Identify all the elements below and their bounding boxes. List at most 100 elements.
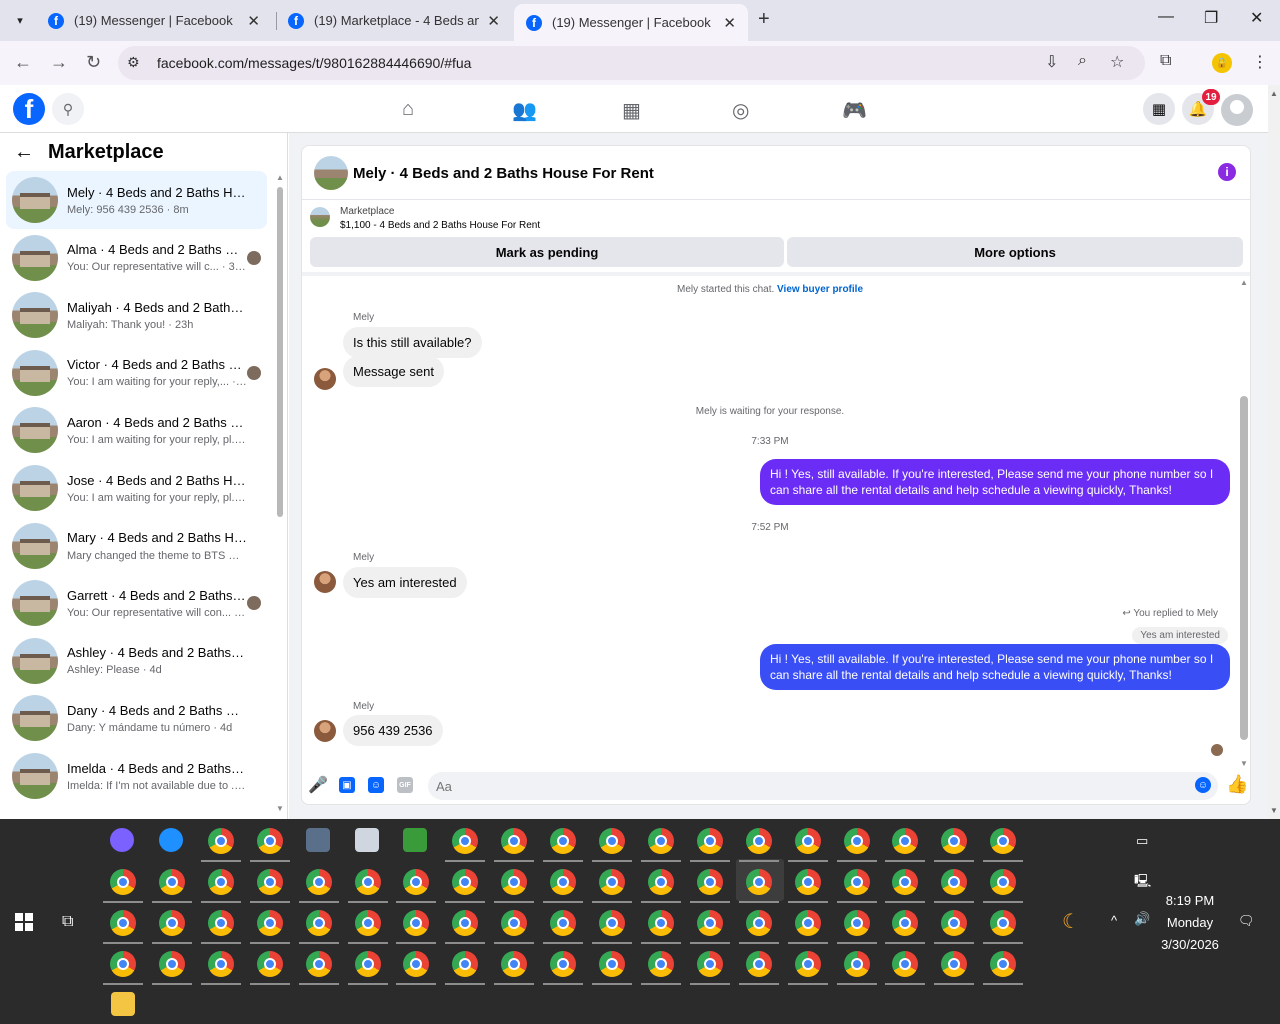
groups-icon[interactable]: ◎ [732,98,749,123]
network-icon[interactable]: 🖳 [1134,872,1151,894]
chrome-app-icon[interactable] [249,869,290,903]
chrome-app-icon[interactable] [885,910,926,944]
view-buyer-profile-link[interactable]: View buyer profile [777,284,863,295]
restore-icon[interactable]: ❐ [1204,8,1218,28]
taskbar-clock[interactable]: 8:19 PM Monday 3/30/2026 [1152,890,1228,956]
chrome-app-icon[interactable] [151,869,192,903]
facebook-logo-icon[interactable]: f [13,93,45,125]
search-icon[interactable]: ⚲ [52,93,84,125]
tab-search-chevron-icon[interactable]: ▾ [8,9,32,31]
menu-grid-icon[interactable]: ▦ [1143,93,1175,125]
chrome-app-icon[interactable] [151,910,192,944]
chrome-app-icon[interactable] [934,869,975,903]
volume-icon[interactable]: 🔊 [1134,911,1150,927]
close-window-icon[interactable]: ✕ [1250,8,1263,28]
chrome-app-icon[interactable] [249,828,290,862]
chrome-app-icon[interactable] [592,869,632,903]
chrome-app-icon[interactable] [689,910,730,944]
browser-tab-3-active[interactable]: f (19) Messenger | Facebook ✕ [514,4,748,41]
chrome-app-icon[interactable] [543,910,584,944]
chrome-app-icon[interactable] [689,828,730,862]
taskbar-app-icon[interactable] [354,828,379,852]
conversation-item[interactable]: Dany · 4 Beds and 2 Baths House For Rent… [6,689,267,747]
chrome-app-icon[interactable] [494,828,535,862]
chrome-app-icon[interactable] [445,828,486,862]
tray-app-icon[interactable]: ▭ [1136,833,1148,849]
install-app-icon[interactable]: ⇩ [1045,52,1058,72]
chrome-app-icon[interactable] [738,869,779,903]
scroll-down-arrow-icon[interactable]: ▼ [1270,806,1278,815]
chrome-app-icon[interactable] [983,951,1024,985]
address-bar[interactable]: ⚙ facebook.com/messages/t/98016288444669… [118,46,1145,80]
site-info-icon[interactable]: ⚙ [127,54,140,71]
chrome-app-icon[interactable] [200,910,241,944]
sender-avatar[interactable] [314,571,336,593]
task-view-icon[interactable]: ⧉ [62,913,73,931]
conversation-item[interactable]: Imelda · 4 Beds and 2 Baths House For Re… [6,747,267,805]
browser-menu-icon[interactable]: ⋮ [1252,52,1268,72]
marketplace-icon[interactable]: ▦ [622,98,641,123]
chrome-app-icon[interactable] [347,869,388,903]
chrome-app-icon[interactable] [494,951,535,985]
scroll-up-arrow-icon[interactable]: ▲ [1270,89,1278,98]
taskbar-app-icon[interactable] [305,828,330,852]
night-light-moon-icon[interactable]: ☾ [1062,909,1080,934]
sidebar-scrollbar[interactable]: ▲ ▼ [275,173,285,813]
back-arrow-icon[interactable]: ← [14,52,32,73]
chrome-app-icon[interactable] [689,869,730,903]
chrome-app-icon[interactable] [543,951,584,985]
conversation-item[interactable]: Maliyah · 4 Beds and 2 Baths House For R… [6,286,267,344]
chrome-app-icon[interactable] [885,828,926,862]
chrome-app-icon[interactable] [445,951,486,985]
conversation-item[interactable]: Mely · 4 Beds and 2 Baths House For Rent… [6,171,267,229]
chrome-app-icon[interactable] [640,910,681,944]
chrome-app-icon[interactable] [249,951,290,985]
scroll-up-arrow-icon[interactable]: ▲ [1240,278,1248,287]
chrome-app-icon[interactable] [934,910,975,944]
scrollbar-thumb[interactable] [1240,396,1248,740]
conversation-item[interactable]: Garrett · 4 Beds and 2 Baths House For R… [6,574,267,632]
chrome-app-icon[interactable] [640,951,681,985]
sticker-icon[interactable]: ☺ [368,777,384,793]
browser-profile-icon[interactable]: 🔒 [1212,53,1232,73]
chrome-app-icon[interactable] [494,869,535,903]
file-explorer-icon[interactable] [111,992,135,1016]
chrome-app-icon[interactable] [787,869,828,903]
chrome-app-icon[interactable] [640,828,681,862]
chrome-app-icon[interactable] [738,828,779,862]
conversation-item[interactable]: Mary · 4 Beds and 2 Baths House For Rent… [6,517,267,575]
show-hidden-icons-chevron-icon[interactable]: ^ [1111,913,1117,928]
reload-icon[interactable]: ↻ [86,52,101,73]
chrome-app-icon[interactable] [103,910,143,944]
close-tab-icon[interactable]: ✕ [723,14,736,32]
photo-icon[interactable]: ▣ [339,777,355,793]
zoom-icon[interactable]: ⌕ [1078,52,1087,70]
outgoing-message[interactable]: Hi ! Yes, still available. If you're int… [760,644,1230,690]
incoming-message[interactable]: Yes am interested [343,567,467,598]
chrome-app-icon[interactable] [836,869,877,903]
account-avatar[interactable] [1221,94,1253,126]
chrome-app-icon[interactable] [151,951,192,985]
chat-scrollbar[interactable]: ▲ ▼ [1238,278,1250,768]
chrome-app-icon[interactable] [396,869,437,903]
incoming-message[interactable]: 956 439 2536 [343,715,443,746]
chrome-app-icon[interactable] [787,951,828,985]
conversation-item[interactable]: Jose · 4 Beds and 2 Baths House For Rent… [6,459,267,517]
emoji-icon[interactable]: ☺ [1195,777,1211,793]
chrome-app-icon[interactable] [298,910,339,944]
conversation-item[interactable]: Aaron · 4 Beds and 2 Baths House For Ren… [6,401,267,459]
chrome-app-icon[interactable] [592,951,632,985]
bookmark-star-icon[interactable]: ☆ [1110,52,1124,72]
conversation-item[interactable]: Alma · 4 Beds and 2 Baths House For Rent… [6,229,267,287]
friends-icon[interactable]: 👥 [512,98,537,123]
incoming-message[interactable]: Is this still available? [343,327,482,358]
back-arrow-icon[interactable]: ← [14,141,34,164]
chrome-app-icon[interactable] [249,910,290,944]
chrome-app-icon[interactable] [298,951,339,985]
windows-start-icon[interactable] [15,913,33,931]
chrome-app-icon[interactable] [689,951,730,985]
chrome-app-icon[interactable] [836,828,877,862]
extensions-icon[interactable]: ⧉ [1160,52,1171,70]
chrome-app-icon[interactable] [298,869,339,903]
browser-tab-2[interactable]: f (19) Marketplace - 4 Beds and 2 ✕ [276,4,512,37]
